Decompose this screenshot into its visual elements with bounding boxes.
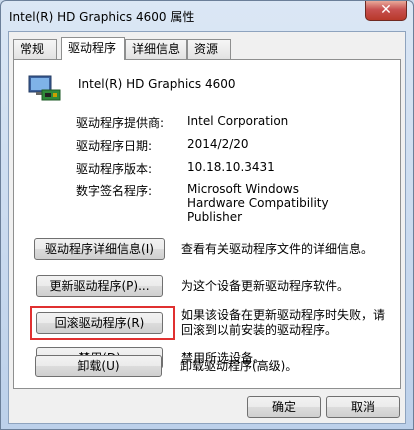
signer-label: 数字签名程序: xyxy=(76,184,153,198)
date-value: 2014/2/20 xyxy=(187,137,249,151)
uninstall-desc: 卸载驱动程序(高级)。 xyxy=(180,359,298,373)
title-bar[interactable]: Intel(R) HD Graphics 4600 属性 ✕ xyxy=(1,1,413,29)
driver-details-desc: 查看有关驱动程序文件的详细信息。 xyxy=(181,242,374,256)
date-label: 驱动程序日期: xyxy=(76,139,153,153)
tab-general[interactable]: 常规 xyxy=(13,39,57,59)
device-name: Intel(R) HD Graphics 4600 xyxy=(78,77,236,91)
provider-value: Intel Corporation xyxy=(187,114,289,128)
version-label: 驱动程序版本: xyxy=(76,162,153,176)
window-title: Intel(R) HD Graphics 4600 属性 xyxy=(9,10,195,24)
driver-panel: Intel(R) HD Graphics 4600 驱动程序提供商: Intel… xyxy=(13,59,401,389)
signer-value: Microsoft Windows Hardware Compatibility… xyxy=(187,182,329,224)
tab-driver[interactable]: 驱动程序 xyxy=(61,37,125,60)
update-driver-button[interactable]: 更新驱动程序(P)... xyxy=(36,275,163,297)
display-adapter-icon xyxy=(28,75,61,101)
provider-label: 驱动程序提供商: xyxy=(76,116,165,130)
rollback-driver-button[interactable]: 回滚驱动程序(R) xyxy=(36,312,163,334)
update-driver-desc: 为这个设备更新驱动程序软件。 xyxy=(181,279,350,293)
dialog-client: 常规 驱动程序 详细信息 资源 Intel(R) HD Graphics 460… xyxy=(8,31,406,424)
properties-window: Intel(R) HD Graphics 4600 属性 ✕ 常规 驱动程序 详… xyxy=(0,0,414,430)
tab-resources[interactable]: 资源 xyxy=(187,39,231,59)
close-button[interactable]: ✕ xyxy=(365,1,407,21)
version-value: 10.18.10.3431 xyxy=(187,160,275,174)
close-icon: ✕ xyxy=(380,2,392,18)
tab-details[interactable]: 详细信息 xyxy=(125,39,187,59)
rollback-driver-desc: 如果该设备在更新驱动程序时失败，请回滚到以前安装的驱动程序。 xyxy=(181,308,386,337)
driver-details-button[interactable]: 驱动程序详细信息(I) xyxy=(34,238,165,260)
uninstall-button[interactable]: 卸载(U) xyxy=(35,355,162,377)
cancel-button[interactable]: 取消 xyxy=(326,396,400,418)
ok-button[interactable]: 确定 xyxy=(247,396,321,418)
